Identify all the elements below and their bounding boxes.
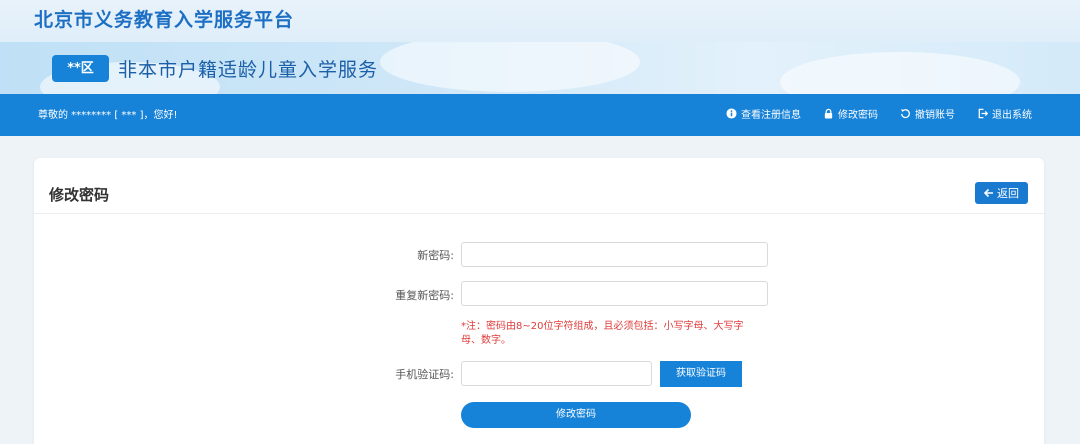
banner-cloud (380, 42, 640, 92)
nav-link-label: 查看注册信息 (741, 110, 801, 121)
back-label: 返回 (997, 187, 1019, 200)
district-badge: **区 (52, 55, 109, 82)
banner: **区 非本市户籍适龄儿童入学服务 (0, 42, 1080, 94)
info-icon (726, 108, 737, 119)
repeat-password-label: 重复新密码: (395, 289, 454, 302)
lock-icon (824, 108, 833, 119)
nav-change-password[interactable]: 修改密码 (823, 106, 878, 121)
card-header: 修改密码 返回 (34, 158, 1044, 214)
banner-cloud (780, 52, 1020, 94)
new-password-label: 新密码: (417, 249, 454, 262)
nav-view-registration[interactable]: 查看注册信息 (726, 106, 801, 121)
user-greeting: 尊敬的 ******** [ *** ]，您好! (38, 110, 178, 121)
logout-icon (978, 108, 988, 119)
sms-code-label: 手机验证码: (395, 368, 454, 381)
password-rule-note: *注：密码由8~20位字符组成，且必须包括：小写字母、大写字母、数字。 (461, 321, 744, 346)
sms-code-input[interactable] (461, 361, 652, 386)
repeat-password-input[interactable] (461, 281, 768, 306)
nav-link-label: 撤销账号 (915, 110, 955, 121)
nav-logout[interactable]: 退出系统 (977, 106, 1032, 121)
nav-link-label: 修改密码 (838, 110, 878, 121)
submit-button[interactable]: 修改密码 (461, 402, 691, 428)
nav-link-label: 退出系统 (992, 110, 1032, 121)
top-nav: 尊敬的 ******** [ *** ]，您好! 查看注册信息 修改密码 撤销账… (0, 94, 1080, 136)
arrow-left-icon (984, 188, 993, 198)
back-button[interactable]: 返回 (975, 182, 1028, 204)
site-title: 北京市义务教育入学服务平台 (34, 9, 295, 31)
nav-cancel-account[interactable]: 撤销账号 (900, 106, 955, 121)
nav-links: 查看注册信息 修改密码 撤销账号 退出系统 (726, 106, 1032, 121)
get-code-button[interactable]: 获取验证码 (660, 361, 742, 387)
undo-icon (900, 109, 910, 119)
page-title: 修改密码 (49, 186, 110, 204)
site-title-bar: 北京市义务教育入学服务平台 (0, 0, 1080, 42)
new-password-input[interactable] (461, 242, 768, 267)
service-title: 非本市户籍适龄儿童入学服务 (118, 59, 379, 81)
